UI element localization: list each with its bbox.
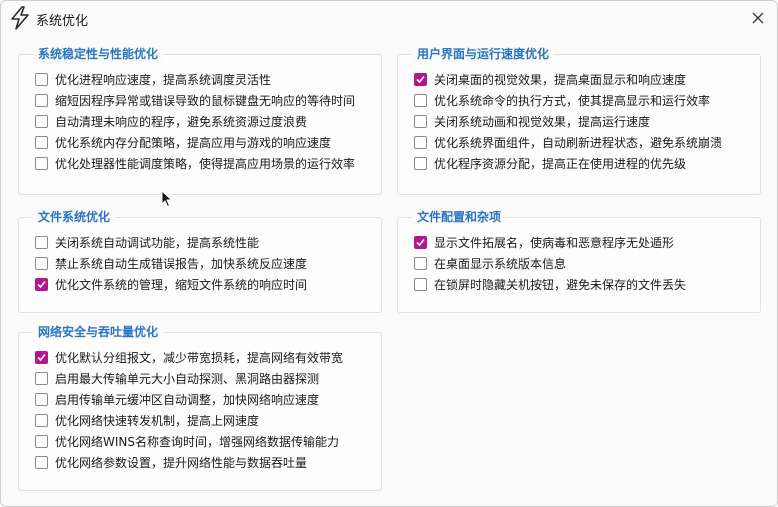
option-row[interactable]: 关闭系统动画和视觉效果，提高运行速度 — [414, 112, 650, 130]
option-row[interactable]: 优化网络快速转发机制，提高上网速度 — [35, 411, 259, 429]
option-label: 优化默认分组报文，减少带宽损耗，提高网络有效带宽 — [55, 350, 344, 365]
option-row[interactable]: 在锁屏时隐藏关机按钮，避免未保存的文件丢失 — [414, 275, 686, 293]
option-row[interactable]: 显示文件拓展名，使病毒和恶意程序无处遁形 — [414, 233, 674, 251]
option-label: 显示文件拓展名，使病毒和恶意程序无处遁形 — [434, 235, 675, 250]
lightning-icon — [11, 6, 29, 30]
group-title: 用户界面与运行速度优化 — [412, 46, 555, 62]
option-row[interactable]: 缩短因程序异常或错误导致的鼠标键盘无响应的等待时间 — [35, 91, 355, 109]
checkbox-unchecked[interactable] — [414, 135, 427, 149]
group-file-config-misc: 文件配置和杂项 显示文件拓展名，使病毒和恶意程序无处遁形 在桌面显示系统版本信息在… — [397, 209, 761, 313]
group-stability-performance: 系统稳定性与性能优化 优化进程响应速度，提高系统调度灵活性缩短因程序异常或错误导… — [18, 46, 382, 195]
checkbox-unchecked[interactable] — [35, 256, 48, 270]
group-title: 网络安全与吞吐量优化 — [33, 324, 164, 340]
option-label: 优化网络快速转发机制，提高上网速度 — [55, 413, 260, 428]
window-title: 系统优化 — [36, 14, 89, 29]
option-row[interactable]: 关闭桌面的视觉效果，提高桌面显示和响应速度 — [414, 70, 686, 88]
option-label: 关闭桌面的视觉效果，提高桌面显示和响应速度 — [434, 72, 687, 87]
option-label: 禁止系统自动生成错误报告，加快系统反应速度 — [55, 256, 308, 271]
option-label: 关闭系统动画和视觉效果，提高运行速度 — [434, 114, 651, 129]
option-row[interactable]: 启用传输单元缓冲区自动调整，加快网络响应速度 — [35, 390, 319, 408]
option-label: 优化系统界面组件，自动刷新进程状态，避免系统崩溃 — [434, 135, 723, 150]
checkbox-unchecked[interactable] — [35, 135, 48, 149]
option-row[interactable]: 优化系统界面组件，自动刷新进程状态，避免系统崩溃 — [414, 133, 722, 151]
group-title: 文件配置和杂项 — [412, 209, 507, 225]
option-label: 优化网络WINS名称查询时间，增强网络数据传输能力 — [55, 434, 339, 449]
system-optimize-window: 系统优化 系统稳定性与性能优化 优化进程响应速度，提高系统调度灵活性缩短因程序异… — [0, 0, 778, 507]
option-label: 在锁屏时隐藏关机按钮，避免未保存的文件丢失 — [434, 277, 687, 292]
checkbox-unchecked[interactable] — [35, 434, 48, 448]
option-row[interactable]: 自动清理未响应的程序，避免系统资源过度浪费 — [35, 112, 307, 130]
checkbox-checked[interactable] — [35, 277, 48, 291]
group-title: 文件系统优化 — [33, 209, 116, 225]
group-network-security: 网络安全与吞吐量优化 优化默认分组报文，减少带宽损耗，提高网络有效带宽 启用最大传… — [18, 324, 382, 491]
option-label: 缩短因程序异常或错误导致的鼠标键盘无响应的等待时间 — [55, 93, 356, 108]
option-label: 优化网络参数设置，提升网络性能与数据吞吐量 — [55, 455, 308, 470]
option-label: 优化系统命令的执行方式，使其提高显示和运行效率 — [434, 93, 711, 108]
option-row[interactable]: 优化系统内存分配策略，提高应用与游戏的响应速度 — [35, 133, 331, 151]
group-title: 系统稳定性与性能优化 — [33, 46, 164, 62]
checkbox-unchecked[interactable] — [35, 114, 48, 128]
option-label: 在桌面显示系统版本信息 — [434, 256, 567, 271]
option-row[interactable]: 优化程序资源分配，提高正在使用进程的优先级 — [414, 154, 686, 172]
option-label: 启用传输单元缓冲区自动调整，加快网络响应速度 — [55, 392, 320, 407]
checkbox-checked[interactable] — [414, 72, 427, 86]
option-label: 自动清理未响应的程序，避免系统资源过度浪费 — [55, 114, 308, 129]
checkbox-unchecked[interactable] — [35, 93, 48, 107]
option-label: 关闭系统自动调试功能，提高系统性能 — [55, 235, 260, 250]
option-label: 优化文件系统的管理，缩短文件系统的响应时间 — [55, 277, 308, 292]
option-label: 优化处理器性能调度策略，使得提高应用场景的运行效率 — [55, 156, 356, 171]
option-row[interactable]: 在桌面显示系统版本信息 — [414, 254, 566, 272]
checkbox-unchecked[interactable] — [414, 256, 427, 270]
checkbox-unchecked[interactable] — [35, 371, 48, 385]
option-row[interactable]: 启用最大传输单元大小自动探测、黑洞路由器探测 — [35, 369, 319, 387]
mouse-cursor-icon — [161, 190, 173, 208]
checkbox-unchecked[interactable] — [35, 235, 48, 249]
checkbox-unchecked[interactable] — [35, 413, 48, 427]
option-row[interactable]: 禁止系统自动生成错误报告，加快系统反应速度 — [35, 254, 307, 272]
option-label: 优化进程响应速度，提高系统调度灵活性 — [55, 72, 272, 87]
group-file-system: 文件系统优化 关闭系统自动调试功能，提高系统性能禁止系统自动生成错误报告，加快系… — [18, 209, 382, 313]
checkbox-unchecked[interactable] — [35, 156, 48, 170]
option-row[interactable]: 优化网络参数设置，提升网络性能与数据吞吐量 — [35, 453, 307, 471]
checkbox-checked[interactable] — [414, 235, 427, 249]
checkbox-unchecked[interactable] — [35, 72, 48, 86]
option-row[interactable]: 优化默认分组报文，减少带宽损耗，提高网络有效带宽 — [35, 348, 343, 366]
option-label: 优化程序资源分配，提高正在使用进程的优先级 — [434, 156, 687, 171]
checkbox-unchecked[interactable] — [414, 156, 427, 170]
option-row[interactable]: 优化进程响应速度，提高系统调度灵活性 — [35, 70, 271, 88]
title-bar: 系统优化 — [1, 1, 777, 37]
checkbox-unchecked[interactable] — [35, 455, 48, 469]
option-row[interactable]: 优化系统命令的执行方式，使其提高显示和运行效率 — [414, 91, 710, 109]
checkbox-unchecked[interactable] — [414, 114, 427, 128]
option-row[interactable]: 优化网络WINS名称查询时间，增强网络数据传输能力 — [35, 432, 339, 450]
option-label: 优化系统内存分配策略，提高应用与游戏的响应速度 — [55, 135, 332, 150]
checkbox-unchecked[interactable] — [35, 392, 48, 406]
group-ui-speed: 用户界面与运行速度优化 关闭桌面的视觉效果，提高桌面显示和响应速度优化系统命令的… — [397, 46, 761, 195]
option-row[interactable]: 优化文件系统的管理，缩短文件系统的响应时间 — [35, 275, 307, 293]
option-row[interactable]: 优化处理器性能调度策略，使得提高应用场景的运行效率 — [35, 154, 355, 172]
close-icon[interactable] — [747, 7, 769, 29]
checkbox-checked[interactable] — [35, 350, 48, 364]
checkbox-unchecked[interactable] — [414, 277, 427, 291]
option-label: 启用最大传输单元大小自动探测、黑洞路由器探测 — [55, 371, 320, 386]
option-row[interactable]: 关闭系统自动调试功能，提高系统性能 — [35, 233, 259, 251]
checkbox-unchecked[interactable] — [414, 93, 427, 107]
